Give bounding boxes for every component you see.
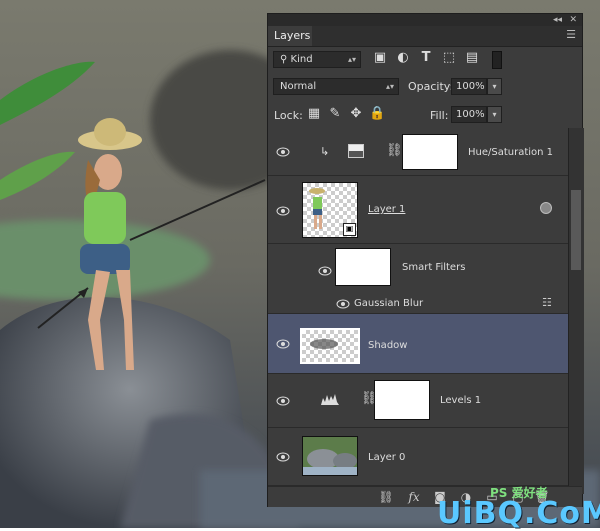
mask-link-icon[interactable]: ⛓ xyxy=(386,143,403,158)
blend-mode-value: Normal xyxy=(280,81,317,92)
opacity-label: Opacity: xyxy=(408,80,454,93)
layer-row-layer-0[interactable]: Layer 0 xyxy=(268,428,568,486)
shadow-thumbnail-image xyxy=(310,339,338,349)
adjustment-filter-icon[interactable]: ◐ xyxy=(395,50,411,66)
shape-filter-icon[interactable]: ⬚ xyxy=(441,50,457,66)
landscape-thumbnail-image xyxy=(303,437,357,475)
fill-dropdown-button[interactable]: ▾ xyxy=(487,106,502,123)
collapse-icon[interactable]: ◂◂ xyxy=(553,14,562,26)
lock-image-brush-icon[interactable]: ✎ xyxy=(327,106,343,122)
layers-panel: ◂◂ ✕ Layers ☰ ⚲ Kind ▴▾ ▣ ◐ T ⬚ ▤ Normal… xyxy=(267,13,584,507)
visibility-eye-icon[interactable] xyxy=(336,299,350,309)
filter-toggle[interactable] xyxy=(492,51,502,69)
visibility-eye-icon[interactable] xyxy=(276,147,290,157)
type-filter-icon[interactable]: T xyxy=(418,50,434,66)
fx-layer-style-icon[interactable]: fx xyxy=(406,489,422,505)
layers-scrollbar[interactable] xyxy=(568,128,584,494)
layer-name: Gaussian Blur xyxy=(354,298,424,309)
close-panel-icon[interactable]: ✕ xyxy=(569,14,577,26)
layer-row-shadow[interactable]: Shadow xyxy=(268,314,568,374)
opacity-field[interactable]: 100% xyxy=(451,78,487,95)
visibility-eye-icon[interactable] xyxy=(318,266,332,276)
layer-name: Smart Filters xyxy=(402,262,466,273)
tab-layers[interactable]: Layers xyxy=(268,26,312,46)
filter-kind-value: Kind xyxy=(290,54,313,65)
scrollbar-thumb[interactable] xyxy=(571,190,581,270)
layer-row-layer-1[interactable]: ▣ Layer 1 xyxy=(268,176,568,244)
watermark-logo: UiBQ.CoM xyxy=(437,496,600,531)
lock-transparent-icon[interactable]: ▦ xyxy=(306,106,322,122)
search-icon: ⚲ xyxy=(280,54,291,65)
layer-row-gaussian-blur[interactable]: Gaussian Blur ☷ xyxy=(268,294,568,314)
panel-top-strip: ◂◂ ✕ xyxy=(268,14,582,26)
smart-object-filter-icon[interactable]: ▤ xyxy=(464,50,480,66)
filter-mask-thumbnail[interactable] xyxy=(335,248,391,286)
layer-mask-thumbnail[interactable] xyxy=(374,380,430,420)
blend-mode-select[interactable]: Normal ▴▾ xyxy=(273,78,399,95)
levels-adjustment-icon xyxy=(321,394,339,405)
layer-thumbnail[interactable] xyxy=(302,436,358,476)
layer-name: Levels 1 xyxy=(440,395,482,406)
select-arrows-icon: ▴▾ xyxy=(385,82,394,91)
link-layers-icon[interactable]: ⛓ xyxy=(378,489,394,505)
filter-blending-options-icon[interactable]: ☷ xyxy=(542,296,552,309)
layer-name: Hue/Saturation 1 xyxy=(468,147,554,158)
layer-row-smart-filters[interactable]: Smart Filters xyxy=(268,244,568,294)
lock-position-move-icon[interactable]: ✥ xyxy=(348,106,364,122)
layer-thumbnail[interactable]: ▣ xyxy=(302,182,358,238)
lock-all-icon[interactable]: 🔒 xyxy=(369,106,385,122)
panel-menu-icon[interactable]: ☰ xyxy=(566,28,576,41)
visibility-eye-icon[interactable] xyxy=(276,206,290,216)
opacity-dropdown-button[interactable]: ▾ xyxy=(487,78,502,95)
layer-thumbnail[interactable] xyxy=(300,328,360,364)
visibility-eye-icon[interactable] xyxy=(276,339,290,349)
fill-field[interactable]: 100% xyxy=(451,106,487,123)
layer-row-levels[interactable]: ⛓ Levels 1 xyxy=(268,374,568,428)
select-arrows-icon: ▴▾ xyxy=(347,55,356,64)
smart-object-badge-icon: ▣ xyxy=(343,223,356,236)
layer-name: Layer 0 xyxy=(368,452,406,463)
fill-label: Fill: xyxy=(430,109,449,122)
layer-mask-thumbnail[interactable] xyxy=(402,134,458,170)
filter-kind-select[interactable]: ⚲ Kind ▴▾ xyxy=(273,51,361,68)
clipping-arrow-icon: ↳ xyxy=(320,145,330,158)
lock-label: Lock: xyxy=(274,109,303,122)
visibility-eye-icon[interactable] xyxy=(276,452,290,462)
pixel-filter-icon[interactable]: ▣ xyxy=(372,50,388,66)
layer-name: Shadow xyxy=(368,340,408,351)
layer-name: Layer 1 xyxy=(368,204,406,215)
visibility-eye-icon[interactable] xyxy=(276,396,290,406)
layers-list: ↳ ⛓ Hue/Saturation 1 ▣ Layer 1 Smart Fil… xyxy=(268,128,568,494)
hue-saturation-adjustment-icon xyxy=(348,144,364,158)
smart-filter-indicator-icon[interactable] xyxy=(540,202,552,214)
layer-row-hue-saturation[interactable]: ↳ ⛓ Hue/Saturation 1 xyxy=(268,128,568,176)
panel-tab-row: Layers ☰ xyxy=(268,26,582,47)
